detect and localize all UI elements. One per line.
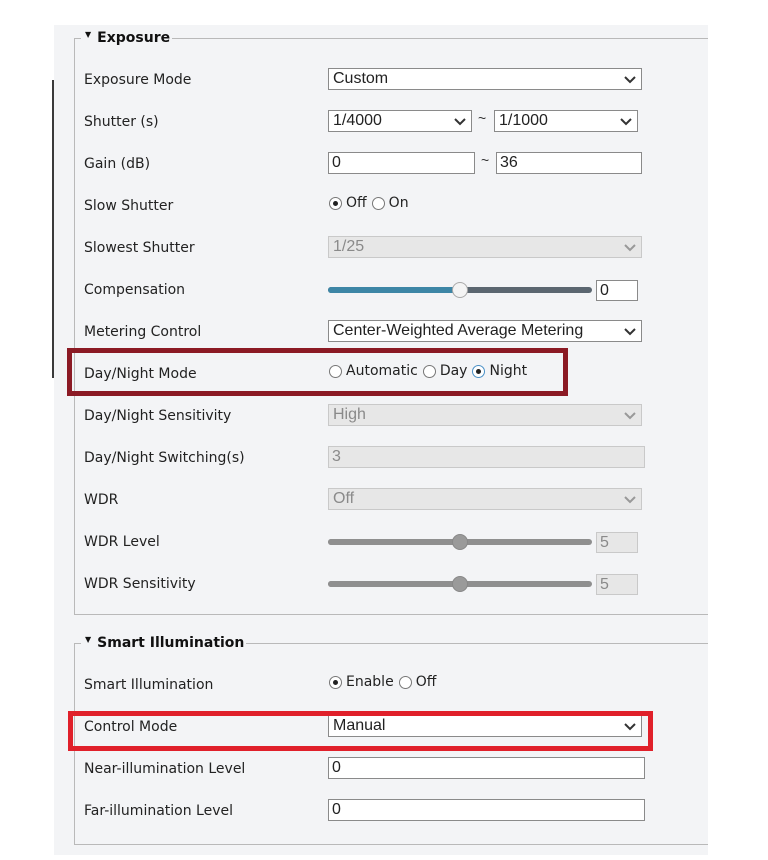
row-slowest-shutter: Slowest Shutter 1/25 — [75, 234, 708, 264]
smart-illumination-radio-group: Enable Off — [327, 674, 436, 690]
exposure-fieldset: ▼ Exposure Exposure Mode Custom Shutter … — [74, 29, 708, 615]
slider-fill — [328, 539, 460, 545]
gain-range-separator: ~ — [481, 152, 490, 168]
day-night-mode-highlight-box — [67, 348, 568, 396]
slowest-shutter-select[interactable]: 1/25 — [328, 236, 642, 258]
gain-min-input[interactable]: 0 — [328, 152, 475, 174]
shutter-label: Shutter (s) — [84, 114, 159, 130]
wdr-sensitivity-label: WDR Sensitivity — [84, 576, 196, 592]
slider-fill — [328, 581, 460, 587]
row-shutter: Shutter (s) 1/4000 ~ 1/1000 — [75, 108, 708, 138]
row-day-night-switching: Day/Night Switching(s) 3 — [75, 444, 708, 474]
compensation-slider[interactable] — [328, 280, 592, 300]
row-slow-shutter: Slow Shutter Off On — [75, 192, 708, 222]
metering-control-label: Metering Control — [84, 324, 202, 340]
metering-control-select[interactable]: Center-Weighted Average Metering — [328, 320, 642, 342]
row-day-night-sensitivity: Day/Night Sensitivity High — [75, 402, 708, 432]
smart-illumination-enable-radio[interactable] — [329, 675, 342, 689]
chevron-down-icon — [624, 496, 636, 504]
chevron-down-icon — [624, 328, 636, 336]
near-illumination-input[interactable]: 0 — [328, 757, 645, 779]
slow-shutter-radio-group: Off On — [327, 195, 409, 211]
slider-thumb[interactable] — [452, 534, 468, 550]
smart-illumination-label: Smart Illumination — [84, 677, 214, 693]
row-metering-control: Metering Control Center-Weighted Average… — [75, 318, 708, 348]
slider-thumb[interactable] — [452, 576, 468, 592]
wdr-sensitivity-slider[interactable] — [328, 574, 592, 594]
wdr-level-slider[interactable] — [328, 532, 592, 552]
smart-illumination-off-label[interactable]: Off — [416, 674, 437, 690]
exposure-mode-label: Exposure Mode — [84, 72, 192, 88]
settings-panel: ▼ Exposure Exposure Mode Custom Shutter … — [54, 25, 708, 855]
row-gain: Gain (dB) 0 ~ 36 — [75, 150, 708, 180]
gain-max-input[interactable]: 36 — [496, 152, 642, 174]
collapse-triangle-icon: ▼ — [85, 30, 92, 39]
metering-control-value: Center-Weighted Average Metering — [333, 322, 584, 339]
wdr-level-label: WDR Level — [84, 534, 160, 550]
shutter-range-separator: ~ — [478, 110, 487, 126]
chevron-down-icon — [454, 118, 466, 126]
row-wdr-level: WDR Level 5 — [75, 528, 708, 558]
row-smart-illumination: Smart Illumination Enable Off — [75, 671, 708, 701]
row-exposure-mode: Exposure Mode Custom — [75, 66, 708, 96]
smart-illumination-enable-label[interactable]: Enable — [346, 674, 394, 690]
row-near-illumination: Near-illumination Level 0 — [75, 755, 708, 785]
row-compensation: Compensation 0 — [75, 276, 708, 306]
wdr-select[interactable]: Off — [328, 488, 642, 510]
row-far-illumination: Far-illumination Level 0 — [75, 797, 708, 827]
day-night-switching-label: Day/Night Switching(s) — [84, 450, 245, 466]
exposure-legend-text: Exposure — [97, 30, 171, 46]
far-illumination-label: Far-illumination Level — [84, 803, 234, 819]
slowest-shutter-label: Slowest Shutter — [84, 240, 195, 256]
far-illumination-input[interactable]: 0 — [328, 799, 645, 821]
chevron-down-icon — [624, 76, 636, 84]
slowest-shutter-value: 1/25 — [333, 238, 365, 255]
chevron-down-icon — [620, 118, 632, 126]
slow-shutter-off-radio[interactable] — [329, 196, 342, 210]
chevron-down-icon — [624, 244, 636, 252]
row-wdr: WDR Off — [75, 486, 708, 516]
smart-illumination-off-radio[interactable] — [398, 675, 412, 689]
day-night-sensitivity-label: Day/Night Sensitivity — [84, 408, 232, 424]
exposure-legend[interactable]: ▼ Exposure — [81, 29, 173, 47]
near-illumination-label: Near-illumination Level — [84, 761, 246, 777]
exposure-mode-select[interactable]: Custom — [328, 68, 642, 90]
day-night-sensitivity-value: High — [333, 406, 366, 423]
shutter-max-select[interactable]: 1/1000 — [494, 110, 638, 132]
compensation-value-input[interactable]: 0 — [596, 280, 638, 301]
gain-label: Gain (dB) — [84, 156, 151, 172]
collapse-triangle-icon: ▼ — [85, 635, 92, 644]
shutter-min-value: 1/4000 — [333, 112, 382, 129]
slow-shutter-on-radio[interactable] — [371, 196, 385, 210]
day-night-switching-input[interactable]: 3 — [328, 446, 645, 468]
slider-fill — [328, 287, 460, 293]
smart-illumination-legend[interactable]: ▼ Smart Illumination — [81, 634, 247, 652]
compensation-label: Compensation — [84, 282, 186, 298]
wdr-level-value-input[interactable]: 5 — [596, 532, 638, 553]
chevron-down-icon — [624, 412, 636, 420]
day-night-sensitivity-select[interactable]: High — [328, 404, 642, 426]
exposure-mode-value: Custom — [333, 70, 389, 87]
wdr-value: Off — [333, 490, 355, 507]
shutter-max-value: 1/1000 — [499, 112, 548, 129]
slow-shutter-on-label[interactable]: On — [389, 195, 409, 211]
smart-illumination-legend-text: Smart Illumination — [97, 635, 245, 651]
row-wdr-sensitivity: WDR Sensitivity 5 — [75, 570, 708, 600]
shutter-min-select[interactable]: 1/4000 — [328, 110, 472, 132]
slow-shutter-off-label[interactable]: Off — [346, 195, 367, 211]
slow-shutter-label: Slow Shutter — [84, 198, 174, 214]
wdr-sensitivity-value-input[interactable]: 5 — [596, 574, 638, 595]
control-mode-highlight-box — [68, 711, 653, 751]
slider-thumb[interactable] — [452, 282, 468, 298]
wdr-label: WDR — [84, 492, 119, 508]
